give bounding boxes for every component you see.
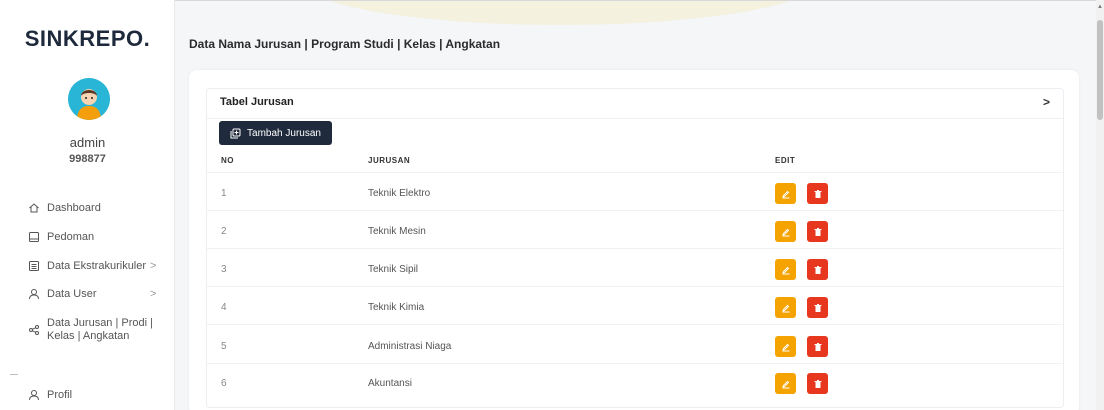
row-divider <box>207 324 1063 325</box>
sidebar-item-label: Data Jurusan | Prodi | <box>47 317 153 329</box>
cell-jurusan: Teknik Kimia <box>368 302 425 313</box>
pencil-icon <box>781 343 789 351</box>
cell-jurusan: Teknik Mesin <box>368 226 426 237</box>
sidebar-item-label: Dashboard <box>47 202 101 214</box>
delete-button[interactable] <box>807 183 828 204</box>
edit-button[interactable] <box>775 297 796 318</box>
delete-button[interactable] <box>807 221 828 242</box>
row-divider <box>207 286 1063 287</box>
delete-button[interactable] <box>807 336 828 357</box>
sidebar-item-pedoman[interactable]: Pedoman <box>28 231 94 243</box>
sidebar: SINKREPO. admin 998877 Dashboard Pedoman… <box>0 0 175 410</box>
trash-icon <box>814 379 821 388</box>
column-header-no: NO <box>221 156 234 165</box>
delete-button[interactable] <box>807 259 828 280</box>
delete-button[interactable] <box>807 373 828 394</box>
sidebar-item-data-user[interactable]: Data User > <box>28 288 156 300</box>
list-icon <box>28 260 40 272</box>
scrollbar-thumb[interactable] <box>1097 20 1103 120</box>
trash-icon <box>814 342 821 351</box>
home-icon <box>28 202 40 214</box>
chevron-right-icon: > <box>150 260 157 272</box>
sidebar-item-data-jurusan[interactable]: Data Jurusan | Prodi | Kelas | Angkatan <box>28 317 153 343</box>
sidebar-item-profil[interactable]: Profil <box>28 389 72 401</box>
cell-no: 6 <box>221 378 227 389</box>
trash-icon <box>814 227 821 236</box>
add-button-label: Tambah Jurusan <box>247 127 321 139</box>
scroll-up-arrow-icon[interactable]: ▲ <box>1097 4 1103 10</box>
cell-no: 3 <box>221 264 227 275</box>
cell-no: 2 <box>221 226 227 237</box>
page-title: Data Nama Jurusan | Program Studi | Kela… <box>189 37 501 51</box>
pencil-icon <box>781 380 789 388</box>
row-divider <box>207 210 1063 211</box>
divider <box>207 118 1063 119</box>
trash-icon <box>814 189 821 198</box>
sidebar-item-ekstrakurikuler[interactable]: Data Ekstrakurikuler > <box>28 260 156 272</box>
cell-jurusan: Teknik Sipil <box>368 264 419 275</box>
sidebar-item-label: Profil <box>47 389 73 401</box>
user-icon <box>28 288 40 300</box>
cell-jurusan: Administrasi Niaga <box>368 341 452 352</box>
add-copy-icon <box>230 128 241 139</box>
sidebar-item-dashboard[interactable]: Dashboard <box>28 202 101 214</box>
chevron-right-icon: > <box>150 288 157 300</box>
edit-button[interactable] <box>775 259 796 280</box>
divider <box>10 374 18 375</box>
sidebar-item-label: Pedoman <box>47 231 95 243</box>
trash-icon <box>814 303 821 312</box>
card-title: Tabel Jurusan <box>220 96 294 108</box>
sidebar-item-label: Kelas | Angkatan <box>47 330 130 342</box>
user-icon <box>28 389 40 401</box>
cell-no: 5 <box>221 341 227 352</box>
brand-logo: SINKREPO. <box>24 26 151 51</box>
edit-button[interactable] <box>775 221 796 242</box>
row-divider <box>207 363 1063 364</box>
pencil-icon <box>781 228 789 236</box>
user-name: admin <box>69 135 106 150</box>
column-header-jurusan: JURUSAN <box>368 156 411 165</box>
sidebar-item-label: Data User <box>47 288 97 300</box>
edit-button[interactable] <box>775 373 796 394</box>
delete-button[interactable] <box>807 297 828 318</box>
pencil-icon <box>781 266 789 274</box>
share-icon <box>28 324 40 336</box>
row-divider <box>207 172 1063 173</box>
edit-button[interactable] <box>775 336 796 357</box>
column-header-edit: EDIT <box>775 156 796 165</box>
pencil-icon <box>781 304 789 312</box>
trash-icon <box>814 265 821 274</box>
topbar <box>175 0 1104 4</box>
book-icon <box>28 231 40 243</box>
pencil-icon <box>781 190 789 198</box>
edit-button[interactable] <box>775 183 796 204</box>
row-divider <box>207 248 1063 249</box>
cell-no: 4 <box>221 302 227 313</box>
cell-jurusan: Akuntansi <box>368 378 412 389</box>
user-id: 998877 <box>69 153 106 165</box>
chevron-right-icon[interactable]: > <box>1043 95 1050 109</box>
cell-jurusan: Teknik Elektro <box>368 188 431 199</box>
sidebar-item-label: Data Ekstrakurikuler <box>47 260 147 272</box>
cell-no: 1 <box>221 188 227 199</box>
add-jurusan-button[interactable]: Tambah Jurusan <box>219 121 332 145</box>
avatar <box>68 78 110 120</box>
